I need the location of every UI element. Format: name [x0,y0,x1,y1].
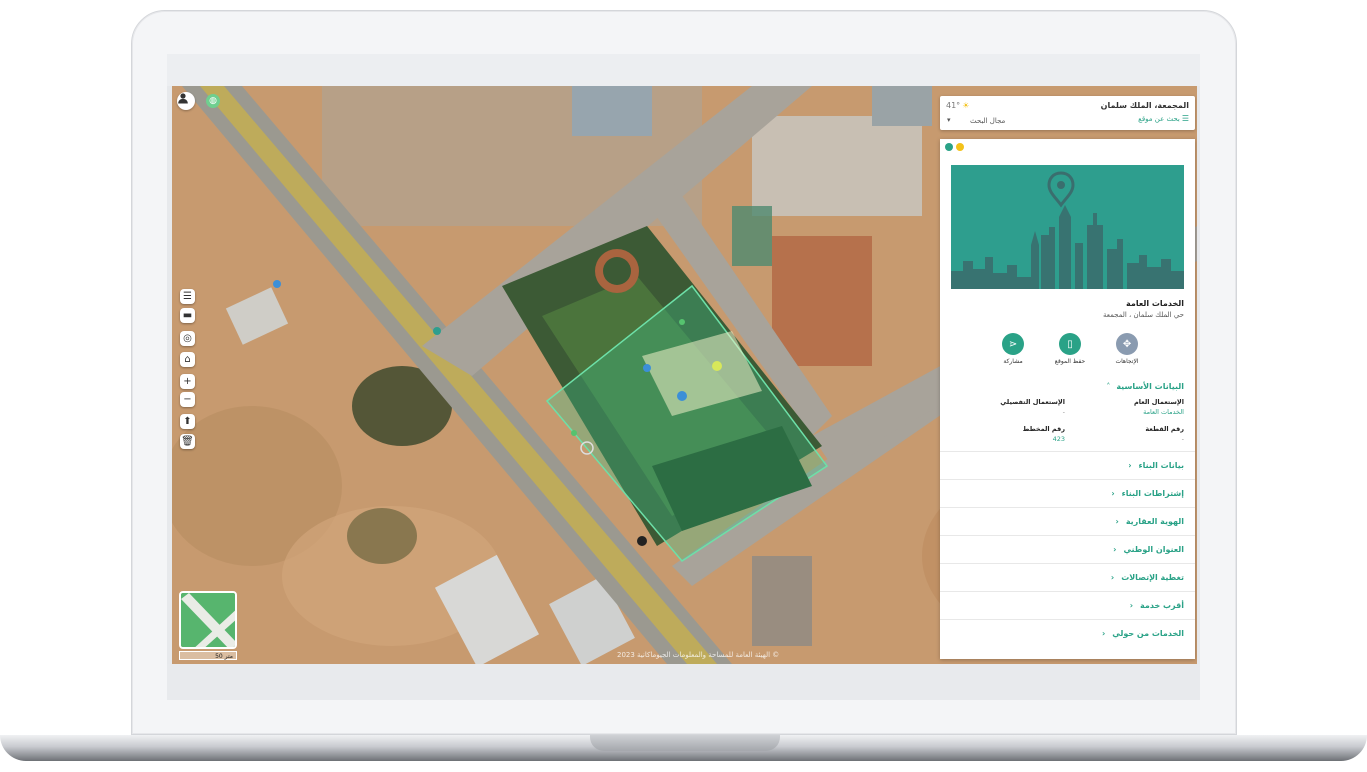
temperature: 41° [946,101,961,110]
layers-icon[interactable]: ▬ [180,308,195,323]
action-bar: ✥ الإتجاهات ▯ حفظ الموقع ⋖ مشاركة [990,333,1150,373]
minimize-icon[interactable] [956,143,964,151]
save-location-button[interactable]: ▯ حفظ الموقع [1047,333,1093,373]
share-icon: ⋖ [1002,333,1024,355]
search-box[interactable]: المجمعة، الملك سلمان ☰ بحث عن موقع 41° ☀… [940,96,1195,130]
minimap[interactable] [179,591,237,649]
compass-icon[interactable]: ⬆ [180,414,195,429]
chevron-down-icon[interactable]: ▾ [947,116,951,124]
laptop-notch [590,735,780,751]
field-value-plan-number: 423 [1052,435,1065,443]
search-input[interactable]: ☰ بحث عن موقع [1138,114,1189,123]
field-label-plan-number: رقم المخطط [1022,425,1065,433]
directions-icon: ✥ [1116,333,1138,355]
screen-topbar [167,54,1200,86]
directions-label: الإتجاهات [1115,358,1139,365]
field-label-plot-number: رقم القطعة [1145,425,1184,433]
chevron-left-icon: ‹ [1128,461,1132,470]
user-icon [178,93,188,104]
weather-badge: 41° ☀ [946,101,969,110]
zoom-in-button[interactable]: + [180,374,195,389]
share-button[interactable]: ⋖ مشاركة [990,333,1036,373]
chevron-left-icon: ‹ [1115,517,1119,526]
directions-button[interactable]: ✥ الإتجاهات [1104,333,1150,373]
section-property-identity[interactable]: الهوية العقارية ‹ [940,507,1195,536]
search-scope-select[interactable]: مجال البحث [970,117,1005,125]
save-location-label: حفظ الموقع [1054,358,1086,365]
section-label: تغطية الإتصالات [1121,573,1184,582]
list-icon[interactable]: ☰ [180,289,195,304]
bookmark-icon: ▯ [1059,333,1081,355]
section-nearest-service[interactable]: أقرب خدمة ‹ [940,591,1195,620]
close-icon[interactable] [945,143,953,151]
minimap-graphic [181,593,235,647]
globe-icon[interactable]: ◍ [206,94,220,108]
field-label-detailed-use: الإستعمال التفصيلي [1000,398,1065,406]
field-value-detailed-use: - [1062,408,1065,416]
section-services-around[interactable]: الخدمات من حولي ‹ [940,619,1195,648]
screen: ◍ ☰ ▬ ◎ ⌂ + − ⬆ 🗑 50 متر الهيئة العامة ل… [167,54,1200,700]
menu-icon[interactable]: ☰ [1182,114,1189,123]
sun-icon: ☀ [962,101,970,110]
search-place: المجمعة، الملك سلمان [1100,101,1189,110]
chevron-left-icon: ‹ [1110,573,1115,582]
user-account-button[interactable] [177,92,195,110]
section-label: الخدمات من حولي [1112,629,1184,638]
field-value-general-use: الخدمات العامة [1143,408,1184,416]
basic-data-header[interactable]: البيانات الأساسية ˄ [1106,382,1184,391]
trash-icon[interactable]: 🗑 [180,434,195,449]
section-label: بيانات البناء [1138,461,1184,470]
section-building-requirements[interactable]: إشتراطات البناء ‹ [940,479,1195,508]
section-label: إشتراطات البناء [1121,489,1184,498]
section-label: العنوان الوطني [1123,545,1184,554]
place-subtitle: حي الملك سلمان ، المجمعة [1103,311,1184,319]
hero-banner [951,165,1184,289]
search-placeholder: بحث عن موقع [1138,114,1180,123]
zoom-out-button[interactable]: − [180,392,195,407]
field-label-general-use: الإستعمال العام [1133,398,1184,406]
place-title: الخدمات العامة [1126,299,1184,308]
chevron-left-icon: ‹ [1113,545,1117,554]
scale-bar: 50 متر [179,651,237,660]
chevron-left-icon: ‹ [1111,489,1115,498]
share-label: مشاركة [1003,358,1023,365]
section-building-data[interactable]: بيانات البناء ‹ [940,451,1195,480]
section-label: أقرب خدمة [1140,601,1184,610]
info-panel: الخدمات العامة حي الملك سلمان ، المجمعة … [940,139,1195,659]
section-telecom-coverage[interactable]: تغطية الإتصالات ‹ [940,563,1195,592]
screen-bottom-bar [167,664,1200,700]
section-label: الهوية العقارية [1125,517,1184,526]
section-national-address[interactable]: العنوان الوطني ‹ [940,535,1195,564]
basic-data-title: البيانات الأساسية [1116,382,1184,391]
locate-icon[interactable]: ◎ [180,331,195,346]
field-value-plot-number: - [1181,435,1184,443]
city-skyline-icon [951,165,1184,289]
chevron-up-icon: ˄ [1106,382,1111,391]
window-controls [945,143,964,151]
map-attribution: الهيئة العامة للمساحة والمعلومات الجيوما… [617,651,780,659]
chevron-left-icon: ‹ [1129,601,1134,610]
chevron-left-icon: ‹ [1101,629,1106,638]
map-view[interactable]: ◍ ☰ ▬ ◎ ⌂ + − ⬆ 🗑 50 متر الهيئة العامة ل… [172,86,1197,664]
home-icon[interactable]: ⌂ [180,352,195,367]
